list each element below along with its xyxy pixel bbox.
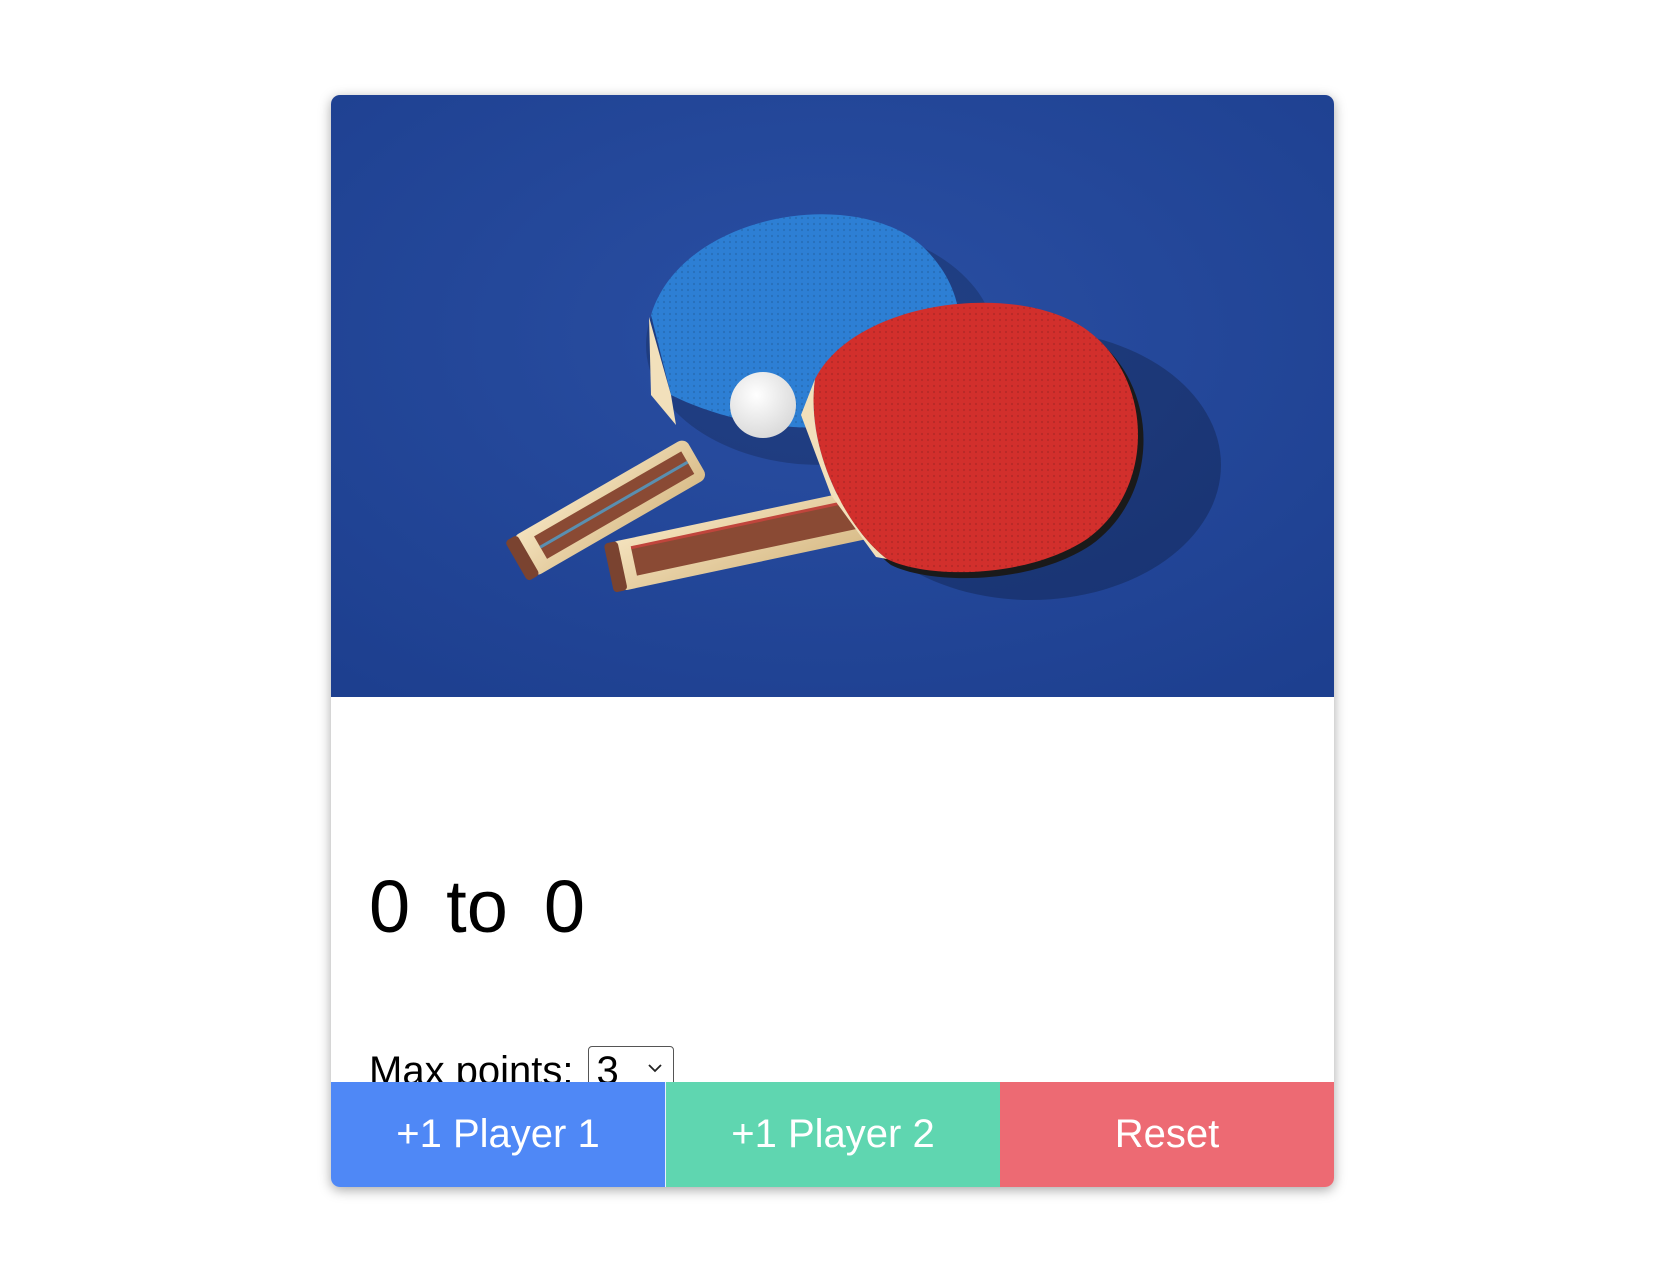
- reset-button[interactable]: Reset: [1000, 1082, 1334, 1187]
- player2-score: 0: [543, 865, 586, 948]
- score-display: 0 to 0: [369, 870, 585, 944]
- chevron-down-icon: [647, 1064, 662, 1073]
- score-keeper-card: 0 to 0 Max points: 3 +1 Player 1 +1 Player…: [331, 95, 1334, 1187]
- button-bar: +1 Player 1 +1 Player 2 Reset: [331, 1082, 1334, 1187]
- ping-pong-paddles-image: [331, 95, 1334, 697]
- add-point-player2-button[interactable]: +1 Player 2: [666, 1082, 1000, 1187]
- player1-score: 0: [369, 865, 411, 948]
- add-point-player1-button[interactable]: +1 Player 1: [331, 1082, 666, 1187]
- hero-image: [331, 95, 1334, 697]
- score-separator: to: [446, 865, 508, 948]
